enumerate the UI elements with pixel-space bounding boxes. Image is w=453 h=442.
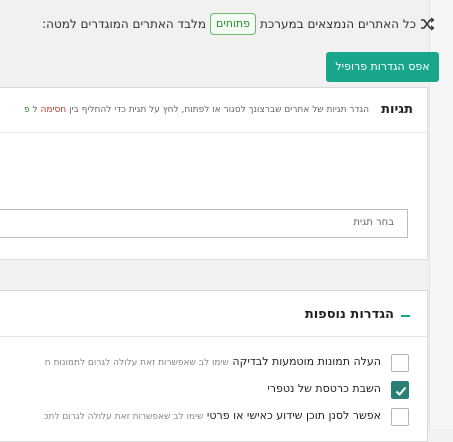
minus-icon[interactable]: [401, 315, 410, 317]
tags-description: הגדר תגיות של אתרים שברצונך לסגור או לפת…: [24, 105, 369, 115]
option-label: העלה תמונות מוטמעות לבדיקה: [232, 355, 381, 368]
connector-word: ל: [32, 105, 38, 115]
option-text: אפשר לסנן תוכן שידוע כאישי או פרטי שימו …: [44, 409, 381, 422]
additional-settings-title: הגדרות נוספות: [304, 307, 394, 322]
tag-select-placeholder: בחר תגית: [353, 217, 394, 228]
option-checkbox[interactable]: [391, 408, 409, 426]
additional-settings-panel: הגדרות נוספות העלה תמונות מוטמעות לבדיקה…: [0, 290, 428, 442]
option-row[interactable]: העלה תמונות מוטמעות לבדיקה שימו לב שאפשר…: [0, 354, 409, 376]
check-icon: [395, 386, 407, 396]
open-status-pill[interactable]: פתוחים: [209, 13, 257, 35]
top-text-before: כל האתרים הנמצאים במערכת: [260, 17, 416, 31]
tags-header: תגיות הגדר תגיות של אתרים שברצונך לסגור …: [0, 88, 427, 133]
option-checkbox[interactable]: [391, 354, 409, 372]
tags-description-text: הגדר תגיות של אתרים שברצונך לסגור או לפת…: [69, 105, 369, 115]
option-checkbox[interactable]: [391, 381, 409, 399]
tags-panel: תגיות הגדר תגיות של אתרים שברצונך לסגור …: [0, 87, 428, 260]
option-text: העלה תמונות מוטמעות לבדיקה שימו לב שאפשר…: [45, 355, 381, 368]
top-text-after: מלבד האתרים המוגדרים למטה:: [42, 17, 206, 31]
open-word: פ: [23, 105, 30, 115]
option-text: השבת כרטסת של נטפרי: [267, 382, 381, 395]
tags-title: תגיות: [381, 102, 413, 117]
shuffle-icon: [421, 17, 434, 31]
additional-settings-header[interactable]: הגדרות נוספות: [0, 291, 427, 337]
reset-profile-button[interactable]: אפס הגדרות פרופיל: [326, 52, 439, 82]
option-note: שימו לב שאפשרות זאת עלולה לגרום לתמונות …: [44, 358, 229, 368]
option-label: אפשר לסנן תוכן שידוע כאישי או פרטי: [206, 409, 381, 422]
option-row[interactable]: אפשר לסנן תוכן שידוע כאישי או פרטי שימו …: [0, 408, 409, 430]
top-note: כל האתרים הנמצאים במערכת פתוחים מלבד האת…: [0, 11, 416, 37]
tag-select-input[interactable]: בחר תגית: [0, 209, 408, 238]
option-note: שימו לב שאפשרות זאת עלולה לגרום לתכ: [43, 412, 204, 422]
block-word: חסימה: [40, 105, 67, 115]
option-row[interactable]: השבת כרטסת של נטפרי: [0, 381, 409, 403]
option-label: השבת כרטסת של נטפרי: [267, 382, 381, 395]
